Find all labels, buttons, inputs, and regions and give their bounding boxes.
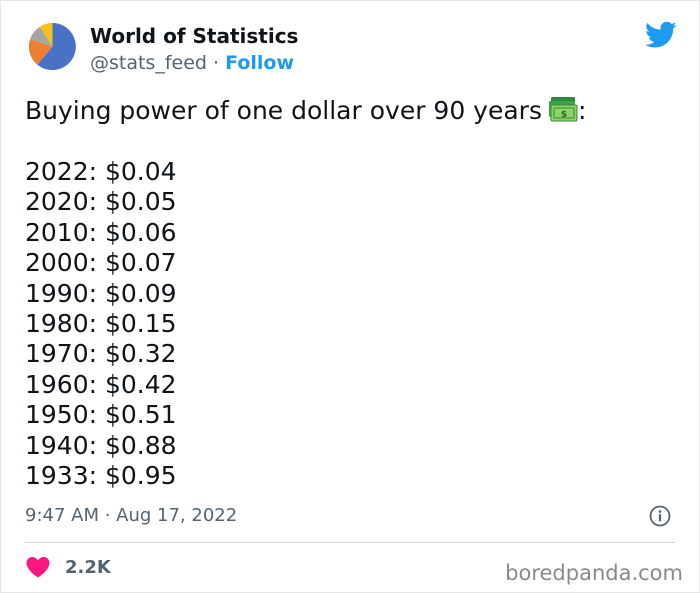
- list-item: 2010: $0.06: [25, 217, 177, 247]
- like-count: 2.2K: [65, 556, 111, 578]
- author-handle[interactable]: @stats_feed: [90, 52, 207, 74]
- avatar[interactable]: [25, 19, 80, 74]
- follow-button[interactable]: Follow: [225, 52, 294, 74]
- dollar-value-list: 2022: $0.04 2020: $0.05 2010: $0.06 2000…: [25, 157, 177, 491]
- money-bill-emoji-icon: $: [548, 97, 578, 122]
- info-icon[interactable]: [649, 505, 671, 527]
- list-item: 1980: $0.15: [25, 308, 177, 338]
- list-item: 1950: $0.51: [25, 400, 177, 430]
- list-item: 1960: $0.42: [25, 369, 177, 399]
- author-name[interactable]: World of Statistics: [90, 23, 298, 49]
- heart-icon[interactable]: [25, 555, 51, 579]
- tweet-card: World of Statistics @stats_feed · Follow…: [0, 0, 700, 593]
- list-item: 1940: $0.88: [25, 430, 177, 460]
- list-item: 1970: $0.32: [25, 339, 177, 369]
- list-item: 2020: $0.05: [25, 187, 177, 217]
- watermark: boredpanda.com: [505, 561, 683, 585]
- list-item: 1933: $0.95: [25, 460, 177, 490]
- tweet-timestamp[interactable]: 9:47 AM · Aug 17, 2022: [25, 504, 237, 528]
- twitter-bird-icon[interactable]: [645, 21, 677, 49]
- tweet-intro-text: Buying power of one dollar over 90 years: [25, 96, 542, 125]
- list-item: 2022: $0.04: [25, 157, 177, 186]
- author-identity: World of Statistics @stats_feed · Follow: [90, 23, 298, 76]
- like-action[interactable]: 2.2K: [25, 555, 111, 579]
- tweet-header: World of Statistics @stats_feed · Follow: [25, 19, 298, 76]
- list-item: 2000: $0.07: [25, 248, 177, 278]
- tweet-intro: Buying power of one dollar over 90 years…: [25, 94, 586, 128]
- divider: [25, 542, 675, 543]
- svg-text:$: $: [561, 110, 567, 120]
- tweet-intro-suffix: :: [577, 96, 587, 125]
- handle-separator: ·: [213, 52, 220, 74]
- handle-row: @stats_feed · Follow: [90, 50, 298, 76]
- list-item: 1990: $0.09: [25, 278, 177, 308]
